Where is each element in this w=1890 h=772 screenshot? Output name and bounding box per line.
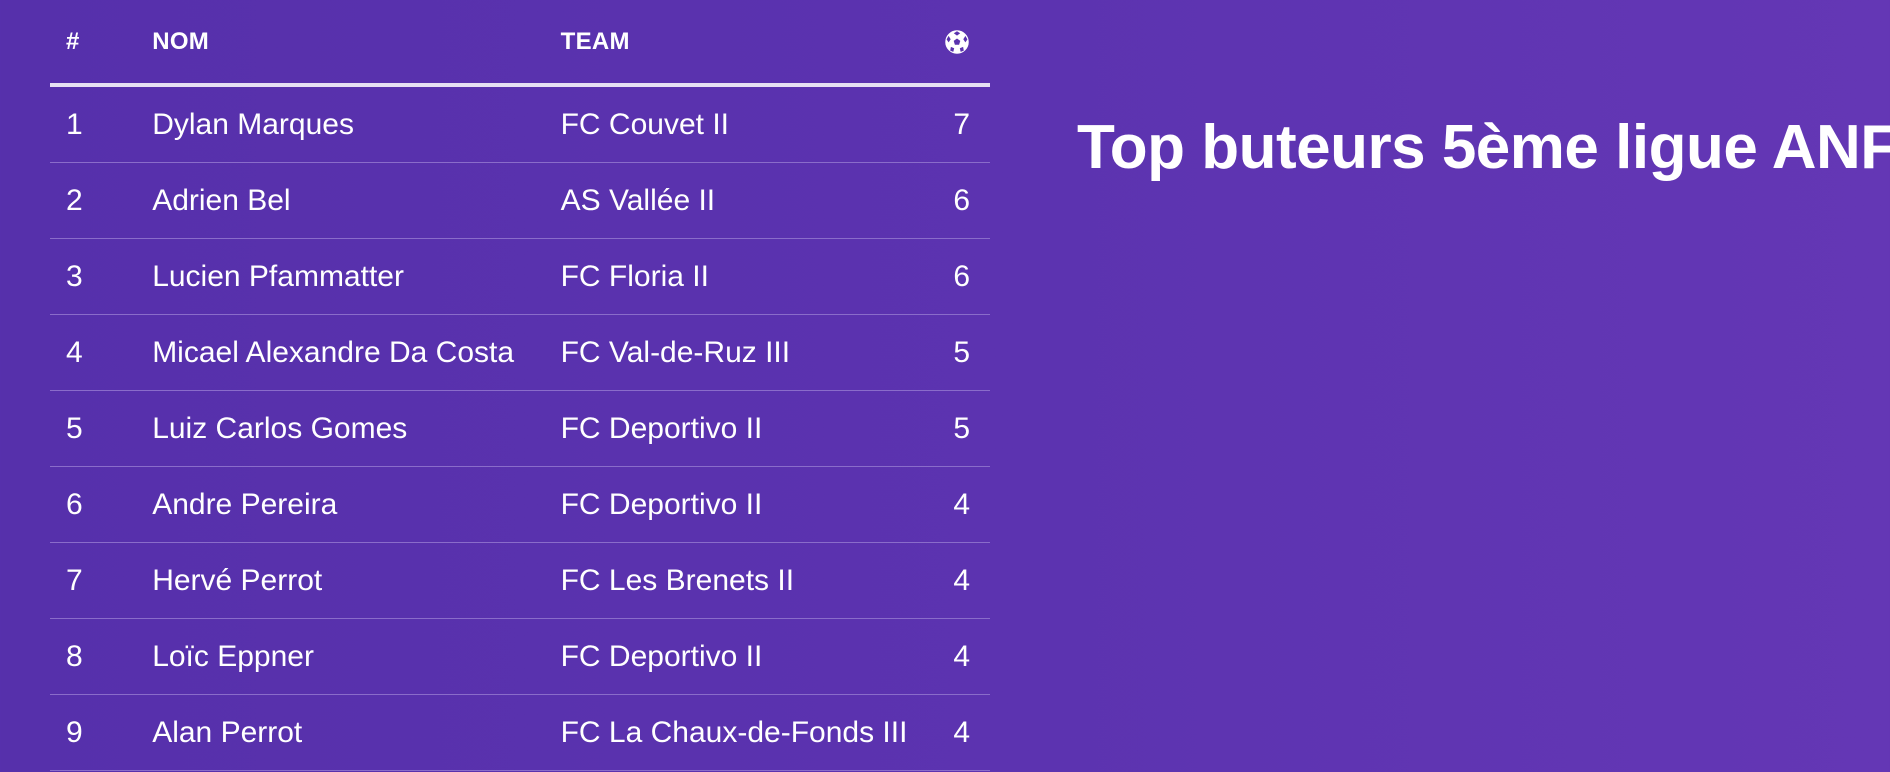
table-row: 8 Loïc Eppner FC Deportivo II 4 (50, 618, 990, 695)
rank-cell: 2 (50, 162, 153, 239)
goals-cell: 6 (944, 238, 990, 315)
table-row: 1 Dylan Marques FC Couvet II 7 (50, 85, 990, 163)
rank-cell: 8 (50, 618, 153, 695)
player-name-cell: Andre Pereira (152, 466, 561, 543)
rank-cell: 7 (50, 542, 153, 619)
header-rank: # (50, 0, 153, 87)
goals-cell: 6 (944, 162, 990, 239)
rank-cell: 1 (50, 85, 153, 163)
goals-cell: 5 (944, 314, 990, 391)
player-name-cell: Luiz Carlos Gomes (152, 390, 561, 467)
header-name: NOM (152, 0, 561, 87)
table-header-row: # NOM TEAM (50, 0, 990, 87)
player-name-cell: Lucien Pfammatter (152, 238, 561, 315)
team-cell: FC Deportivo II (560, 390, 944, 467)
table-row: 2 Adrien Bel AS Vallée II 6 (50, 162, 990, 239)
goals-cell: 5 (944, 390, 990, 467)
player-name-cell: Hervé Perrot (152, 542, 561, 619)
team-cell: FC Val-de-Ruz III (560, 314, 944, 391)
rank-cell: 6 (50, 466, 153, 543)
player-name-cell: Micael Alexandre Da Costa (152, 314, 561, 391)
team-cell: FC Les Brenets II (560, 542, 944, 619)
table-row: 9 Alan Perrot FC La Chaux-de-Fonds III 4 (50, 694, 990, 771)
table-row: 3 Lucien Pfammatter FC Floria II 6 (50, 238, 990, 315)
team-cell: FC Floria II (560, 238, 944, 315)
soccer-ball-icon (944, 29, 970, 55)
goals-cell: 4 (944, 618, 990, 695)
goals-cell: 7 (944, 85, 990, 163)
rank-cell: 5 (50, 390, 153, 467)
player-name-cell: Alan Perrot (152, 694, 561, 771)
player-name-cell: Loïc Eppner (152, 618, 561, 695)
player-name-cell: Adrien Bel (152, 162, 561, 239)
team-cell: FC La Chaux-de-Fonds III (560, 694, 944, 771)
rank-cell: 9 (50, 694, 153, 771)
table-row: 4 Micael Alexandre Da Costa FC Val-de-Ru… (50, 314, 990, 391)
rank-cell: 3 (50, 238, 153, 315)
header-goals (944, 0, 990, 87)
goals-cell: 4 (944, 542, 990, 619)
team-cell: FC Deportivo II (560, 618, 944, 695)
header-team: TEAM (560, 0, 944, 87)
table-row: 6 Andre Pereira FC Deportivo II 4 (50, 466, 990, 543)
rank-cell: 4 (50, 314, 153, 391)
page-title: Top buteurs 5ème ligue ANF (1077, 113, 1890, 182)
top-scorers-table: # NOM TEAM 1 Dylan Marques FC Couvet II … (50, 0, 990, 771)
table-row: 7 Hervé Perrot FC Les Brenets II 4 (50, 542, 990, 619)
team-cell: FC Couvet II (560, 85, 944, 163)
team-cell: FC Deportivo II (560, 466, 944, 543)
goals-cell: 4 (944, 466, 990, 543)
team-cell: AS Vallée II (560, 162, 944, 239)
table-row: 5 Luiz Carlos Gomes FC Deportivo II 5 (50, 390, 990, 467)
goals-cell: 4 (944, 694, 990, 771)
player-name-cell: Dylan Marques (152, 85, 561, 163)
